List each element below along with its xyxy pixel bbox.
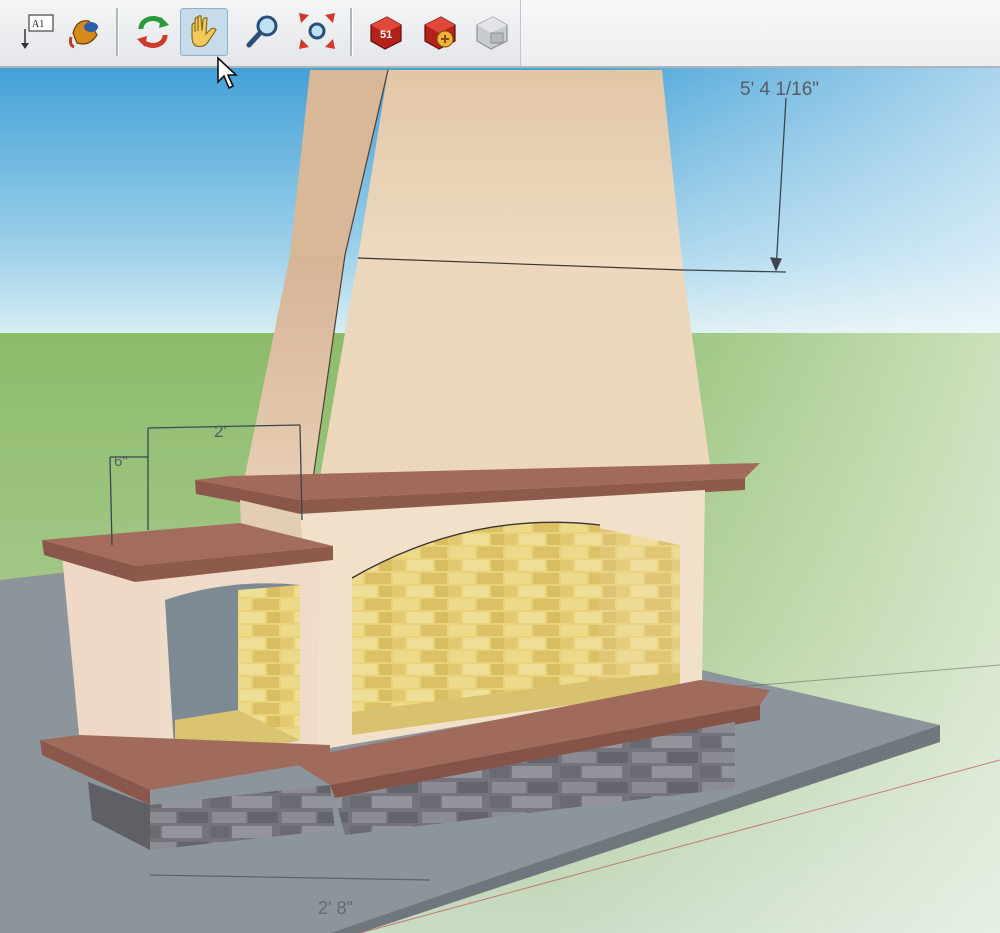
pan-tool-button[interactable] bbox=[180, 8, 228, 56]
toolbar-empty-area bbox=[520, 0, 1000, 66]
text-label-icon: A1 bbox=[21, 14, 54, 49]
toolbar-separator bbox=[350, 8, 353, 56]
share-model-icon bbox=[424, 16, 456, 50]
viewport-canvas[interactable]: 5' 4 1/16" 2' 6" 2' 8" bbox=[0, 0, 1000, 933]
firebox-side-wall bbox=[598, 528, 680, 680]
zoom-extents-icon bbox=[299, 13, 335, 49]
orbit-icon bbox=[137, 16, 169, 48]
toolbar: A1 51 bbox=[0, 0, 1000, 68]
chimney-front-lower bbox=[316, 258, 712, 500]
orbit-tool-button[interactable] bbox=[130, 8, 176, 54]
text-tool-button[interactable]: A1 bbox=[14, 8, 60, 54]
zoom-extents-tool-button[interactable] bbox=[294, 8, 340, 54]
zoom-magnifier-icon bbox=[246, 15, 278, 48]
svg-text:51: 51 bbox=[380, 29, 392, 41]
zoom-tool-button[interactable] bbox=[240, 8, 286, 54]
share-model-tool-button[interactable] bbox=[416, 8, 462, 54]
pan-hand-icon bbox=[191, 15, 217, 48]
extension-disabled-icon bbox=[476, 16, 508, 50]
paint-bucket-tool-button[interactable] bbox=[62, 8, 108, 54]
offset-dimension-label[interactable]: 6" bbox=[114, 453, 128, 470]
chimney-front-upper bbox=[358, 70, 683, 270]
extension-tool-button[interactable] bbox=[468, 8, 514, 54]
3d-warehouse-icon: 51 bbox=[370, 16, 402, 50]
svg-text:A1: A1 bbox=[32, 19, 44, 30]
shelf-width-dimension-label[interactable]: 2' bbox=[214, 422, 227, 441]
paint-bucket-icon bbox=[68, 20, 98, 49]
model-viewport[interactable]: 5' 4 1/16" 2' 6" 2' 8" bbox=[0, 0, 1000, 933]
mouse-pointer-icon bbox=[217, 56, 239, 90]
base-length-dimension-label[interactable]: 2' 8" bbox=[318, 898, 353, 918]
height-dimension-label[interactable]: 5' 4 1/16" bbox=[740, 79, 819, 100]
app-window: 5' 4 1/16" 2' 6" 2' 8" A1 51 bbox=[0, 0, 1000, 933]
toolbar-separator bbox=[116, 8, 119, 56]
get-models-tool-button[interactable]: 51 bbox=[362, 8, 408, 54]
